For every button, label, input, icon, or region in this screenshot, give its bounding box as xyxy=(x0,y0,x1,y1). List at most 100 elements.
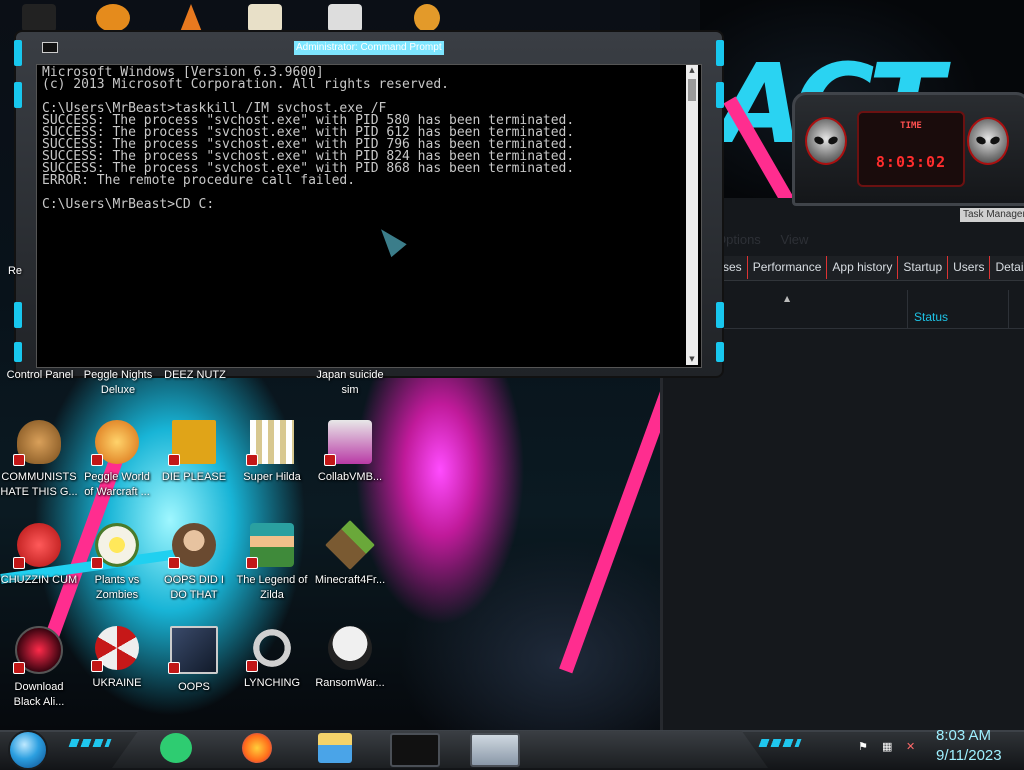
cmd-console-output[interactable]: Microsoft Windows [Version 6.3.9600] (c)… xyxy=(36,64,702,368)
header-divider xyxy=(712,328,1024,329)
radiation-icon xyxy=(91,626,139,672)
desktop-icon-label: LYNCHING xyxy=(243,677,301,689)
desktop-icon-label: UKRAINE xyxy=(92,677,142,689)
desktop-icon-label: RansomWar... xyxy=(315,677,385,689)
shortcut-badge xyxy=(13,557,25,569)
desktop-icon-communists[interactable]: COMMUNISTS HATE THIS G... xyxy=(0,420,78,500)
scroll-up-icon[interactable]: ▲ xyxy=(686,65,698,76)
desktop-icon-legend-of-zilda[interactable]: The Legend of Zilda xyxy=(233,523,311,603)
network-icon[interactable]: ▦ xyxy=(882,740,896,754)
command-prompt-icon[interactable] xyxy=(390,733,440,767)
task-manager-title[interactable]: Task Manager xyxy=(960,208,1024,222)
desktop-icon-partial[interactable] xyxy=(96,4,130,32)
cmd-window-icon[interactable] xyxy=(42,42,58,53)
task-manager-menu: Options View xyxy=(716,232,824,247)
desktop-icon-ransomware[interactable]: RansomWar... xyxy=(311,626,389,691)
desktop-icon-label: OOPS xyxy=(178,681,210,693)
file-explorer-icon[interactable] xyxy=(318,733,352,763)
window-frame-accent xyxy=(716,40,724,66)
scroll-thumb[interactable] xyxy=(688,79,696,101)
command-prompt-window[interactable]: Administrator: Command Prompt Microsoft … xyxy=(14,30,724,378)
sort-arrow-icon[interactable]: ▲ xyxy=(784,294,790,303)
cmd-window-title[interactable]: Administrator: Command Prompt xyxy=(294,41,444,55)
desktop-icon-label-partial[interactable]: Peggle Nights Deluxe xyxy=(78,368,158,398)
tab-app-history[interactable]: App history xyxy=(827,256,899,279)
desktop-icon-peggle-wow[interactable]: Peggle World of Warcraft ... xyxy=(78,420,156,500)
cmd-line: C:\Users\MrBeast>CD C: xyxy=(42,197,215,212)
desktop-icon-partial[interactable] xyxy=(22,4,56,32)
desktop-icon-chuzzin[interactable]: CHUZZIN CUM xyxy=(0,523,78,588)
desktop-icon-ukraine[interactable]: UKRAINE xyxy=(78,626,156,691)
desktop-icon-label: CHUZZIN CUM xyxy=(0,574,78,586)
desktop-icon-label: Plants vs Zombies xyxy=(94,574,140,601)
desktop-icon-label: Super Hilda xyxy=(243,471,301,483)
window-frame-accent xyxy=(14,302,22,328)
taskbar-time[interactable]: 8:03 AM xyxy=(936,727,991,744)
taskbar-accent xyxy=(68,739,112,747)
tab-details[interactable]: Details xyxy=(990,256,1024,279)
clock-time: 8:03:02 xyxy=(875,153,947,171)
de-logo-icon xyxy=(168,420,216,466)
shortcut-badge xyxy=(91,660,103,672)
desktop-icon-label-partial[interactable]: DEEZ NUTZ xyxy=(155,368,235,383)
desktop-icon-partial[interactable] xyxy=(414,4,440,32)
desktop-icon-die-please[interactable]: DIE PLEASE xyxy=(155,420,233,485)
desktop-icon-label: COMMUNISTS HATE THIS G... xyxy=(0,471,78,498)
clock-label: TIME xyxy=(900,121,922,131)
noose-icon xyxy=(246,626,294,672)
desktop-icon-label: OOPS DID I DO THAT xyxy=(164,574,224,601)
chuzzle-icon xyxy=(13,523,61,569)
desktop-icon-black-alien[interactable]: Download Black Ali... xyxy=(0,626,78,710)
window-frame-accent xyxy=(716,342,724,362)
desktop-icon-label: Peggle World of Warcraft ... xyxy=(84,471,150,498)
task-manager-icon[interactable] xyxy=(470,733,520,767)
shortcut-badge xyxy=(91,454,103,466)
window-frame-accent xyxy=(716,82,724,108)
monitor-icon xyxy=(324,420,372,466)
tab-users[interactable]: Users xyxy=(948,256,991,279)
desktop-icon-super-hilda[interactable]: Super Hilda xyxy=(233,420,311,485)
desktop-icon-collabvm[interactable]: CollabVMB... xyxy=(311,420,389,485)
alien-head-icon xyxy=(805,117,847,165)
desktop-icon-label-partial[interactable]: Control Panel xyxy=(0,368,80,383)
taskbar-date[interactable]: 9/11/2023 xyxy=(936,747,1002,764)
portrait-icon xyxy=(168,523,216,569)
alien-clock-gadget[interactable]: TIME 8:03:02 xyxy=(792,92,1024,206)
tab-performance[interactable]: Performance xyxy=(748,256,828,279)
shortcut-badge xyxy=(168,454,180,466)
desktop-icon-partial[interactable] xyxy=(248,4,282,32)
column-divider[interactable] xyxy=(907,290,908,328)
column-header-status[interactable]: Status xyxy=(914,310,948,324)
desktop-icon-oops-did-i[interactable]: OOPS DID I DO THAT xyxy=(155,523,233,603)
flag-icon[interactable]: ⚑ xyxy=(858,740,872,754)
skull-icon xyxy=(328,626,372,670)
volume-muted-icon[interactable]: ✕ xyxy=(906,740,920,754)
desktop-icon-label-partial[interactable]: Japan suicide sim xyxy=(310,368,390,398)
cmd-line: ERROR: The remote procedure call failed. xyxy=(42,173,356,188)
desktop-icon-label: DIE PLEASE xyxy=(161,471,227,483)
start-button[interactable] xyxy=(8,730,48,770)
menu-view[interactable]: View xyxy=(780,232,808,247)
scroll-down-icon[interactable]: ▼ xyxy=(686,354,698,365)
desktop-icon-label: CollabVMB... xyxy=(317,471,383,483)
tab-startup[interactable]: Startup xyxy=(898,256,949,279)
cmd-scrollbar[interactable]: ▲ ▼ xyxy=(686,65,698,365)
shortcut-badge xyxy=(246,660,258,672)
desktop-icon-label-partial[interactable]: Re xyxy=(0,264,30,279)
desktop-icon-partial[interactable] xyxy=(328,4,362,32)
desktop-icon-oops[interactable]: OOPS xyxy=(155,626,233,695)
flower-icon xyxy=(91,523,139,569)
peggle-icon xyxy=(91,420,139,466)
money-bag-icon xyxy=(13,420,61,466)
alien-orb-icon xyxy=(13,626,63,674)
shortcut-badge xyxy=(168,662,180,674)
desktop-icon-minecraft[interactable]: Minecraft4Fr... xyxy=(311,520,389,588)
firefox-icon[interactable] xyxy=(242,733,272,763)
column-divider[interactable] xyxy=(1008,290,1009,328)
messages-app-icon[interactable] xyxy=(160,733,192,763)
desktop-icon-lynching[interactable]: LYNCHING xyxy=(233,626,311,691)
alien-head-icon xyxy=(967,117,1009,165)
grass-block-icon xyxy=(325,520,375,570)
desktop-icon-plants-vs-zombies[interactable]: Plants vs Zombies xyxy=(78,523,156,603)
shortcut-badge xyxy=(246,454,258,466)
